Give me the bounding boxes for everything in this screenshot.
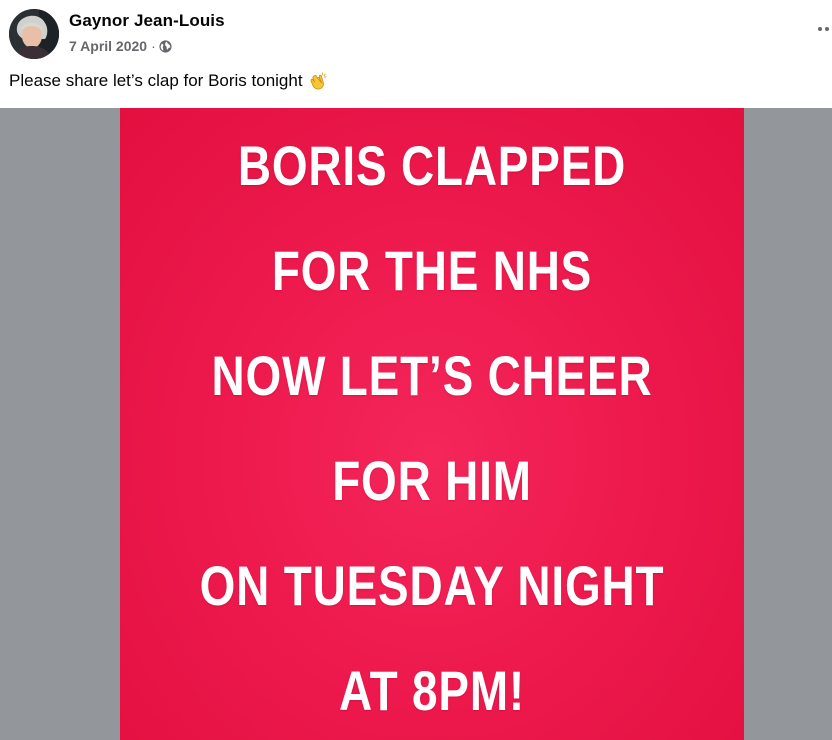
facebook-post: Gaynor Jean-Louis 7 April 2020 · Please … xyxy=(0,0,832,740)
post-meta: 7 April 2020 · xyxy=(69,38,172,54)
poster-line-2: FOR THE NHS xyxy=(271,239,593,302)
avatar[interactable] xyxy=(9,9,59,59)
poster-line-5: ON TUESDAY NIGHT xyxy=(199,554,665,617)
caption-text: Please share let’s clap for Boris tonigh… xyxy=(9,71,303,90)
post-header: Gaynor Jean-Louis 7 April 2020 · xyxy=(0,0,832,64)
avatar-image xyxy=(9,9,59,59)
author-name[interactable]: Gaynor Jean-Louis xyxy=(69,11,225,31)
clapping-hands-icon xyxy=(309,71,328,91)
post-media: BORIS CLAPPED FOR THE NHS NOW LET’S CHEE… xyxy=(0,108,832,740)
poster-line-3: NOW LET’S CHEER xyxy=(211,344,653,407)
globe-icon[interactable] xyxy=(159,39,172,53)
poster-image[interactable]: BORIS CLAPPED FOR THE NHS NOW LET’S CHEE… xyxy=(120,108,744,740)
more-options-icon[interactable] xyxy=(818,18,832,38)
poster-line-1: BORIS CLAPPED xyxy=(237,134,627,197)
poster-line-4: FOR HIM xyxy=(332,449,532,512)
meta-separator: · xyxy=(151,38,156,54)
poster-line-6: AT 8PM! xyxy=(338,659,526,722)
post-caption: Please share let’s clap for Boris tonigh… xyxy=(9,71,328,91)
post-date[interactable]: 7 April 2020 xyxy=(69,38,147,54)
